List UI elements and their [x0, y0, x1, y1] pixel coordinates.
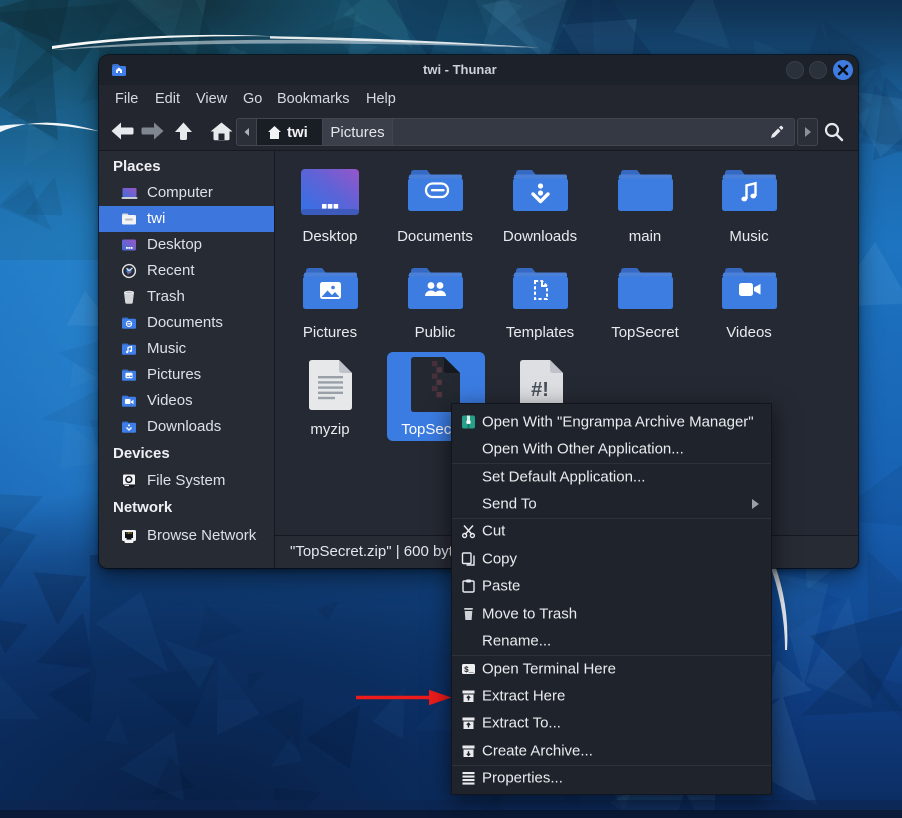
- svg-text:#!: #!: [531, 379, 549, 401]
- svg-text:$_: $_: [464, 666, 474, 675]
